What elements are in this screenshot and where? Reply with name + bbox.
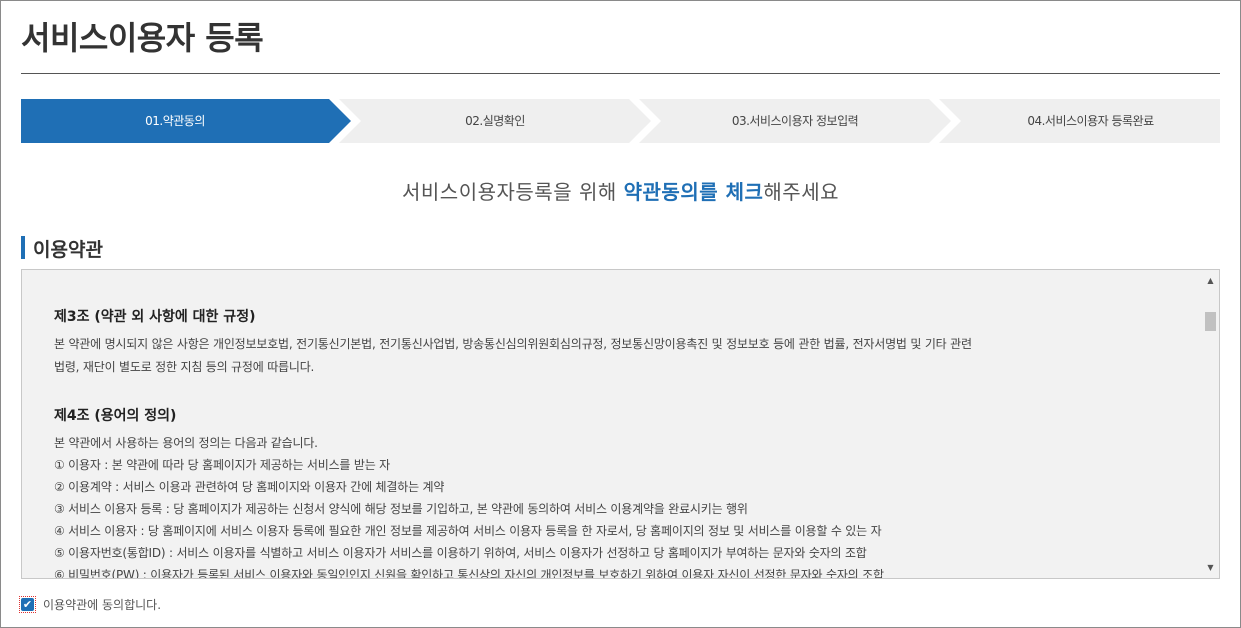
scroll-down-arrow-icon[interactable]: ▼: [1202, 559, 1219, 576]
scroll-up-arrow-icon[interactable]: ▲: [1202, 272, 1219, 289]
section-title: 이용약관: [33, 239, 103, 261]
agree-terms-checkbox[interactable]: ✔: [19, 596, 36, 613]
article-4-intro: 본 약관에서 사용하는 용어의 정의는 다음과 같습니다.: [54, 436, 318, 450]
article-4-title: 제4조 (용어의 정의): [54, 408, 177, 424]
step-1-agreement: 01.약관동의: [21, 99, 351, 143]
article-3-text-line-1: 본 약관에 명시되지 않은 사항은 개인정보보호법, 전기통신기본법, 전기통신…: [54, 337, 972, 351]
definition-item: ④ 서비스 이용자 : 당 홈페이지에 서비스 이용자 등록에 필요한 개인 정…: [54, 524, 882, 538]
terms-scroll-box[interactable]: 제3조 (약관 외 사항에 대한 규정) 본 약관에 명시되지 않은 사항은 개…: [21, 269, 1220, 579]
step-2-label: 02.실명확인: [465, 114, 525, 128]
article-3-text-line-2: 법령, 재단이 별도로 정한 지침 등의 규정에 따릅니다.: [54, 360, 315, 374]
scroll-thumb[interactable]: [1205, 312, 1216, 331]
checkmark-icon: ✔: [21, 598, 34, 611]
definition-item: ③ 서비스 이용자 등록 : 당 홈페이지가 제공하는 신청서 양식에 해당 정…: [54, 502, 748, 516]
step-1-label: 01.약관동의: [145, 114, 205, 128]
vertical-scrollbar[interactable]: ▲ ▼: [1202, 270, 1219, 578]
step-3-label: 03.서비스이용자 정보입력: [731, 114, 859, 128]
headline-text-after: 해주세요: [763, 180, 839, 204]
title-divider: [21, 73, 1220, 74]
definition-item: ⑥ 비밀번호(PW) : 이용자가 등록된 서비스 이용자와 동일인인지 신원을…: [54, 568, 884, 579]
section-accent-bar: [21, 236, 25, 259]
article-3-title: 제3조 (약관 외 사항에 대한 규정): [54, 309, 256, 325]
step-2-identity-check: 02.실명확인: [339, 99, 651, 143]
definition-item: ⑤ 이용자번호(통합ID) : 서비스 이용자를 식별하고 서비스 이용자가 서…: [54, 546, 867, 560]
headline-emphasis: 약관동의를 체크: [623, 180, 764, 204]
headline-text-before: 서비스이용자등록을 위해: [402, 180, 624, 204]
instruction-headline: 서비스이용자등록을 위해 약관동의를 체크해주세요: [0, 176, 1241, 205]
step-progress: 01.약관동의 02.실명확인 03.서비스이용자 정보입력 04.서비스이용자…: [21, 99, 1220, 143]
step-4-registration-complete: 04.서비스이용자 등록완료: [939, 99, 1220, 143]
definition-item: ② 이용계약 : 서비스 이용과 관련하여 당 홈페이지와 이용자 간에 체결하…: [54, 480, 445, 494]
step-4-label: 04.서비스이용자 등록완료: [1027, 114, 1154, 128]
page-title: 서비스이용자 등록: [21, 19, 264, 57]
step-3-info-input: 03.서비스이용자 정보입력: [639, 99, 951, 143]
agree-terms-label[interactable]: 이용약관에 동의합니다.: [43, 596, 161, 613]
definition-item: ① 이용자 : 본 약관에 따라 당 홈페이지가 제공하는 서비스를 받는 자: [54, 458, 391, 472]
